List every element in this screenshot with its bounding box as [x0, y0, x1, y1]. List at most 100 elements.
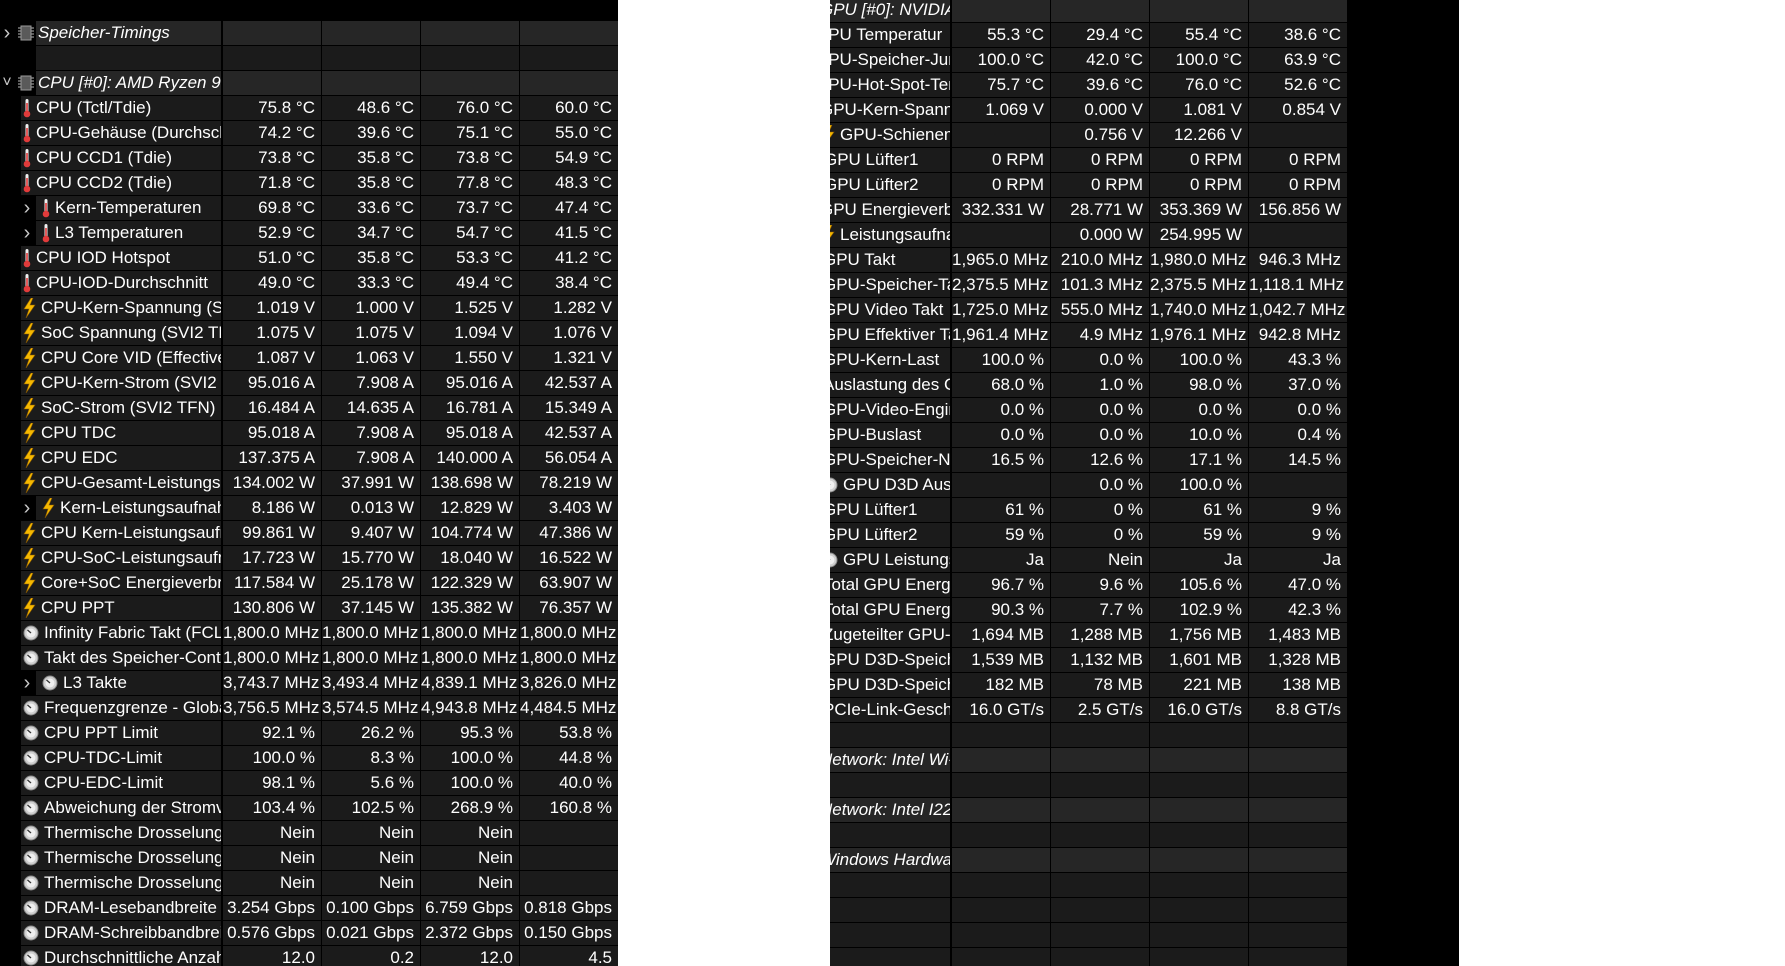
- sensor-label: GPU Lüfter2: [830, 525, 918, 544]
- current-value-cell: 0.0 %: [952, 423, 1050, 447]
- max-value-cell: [1150, 873, 1248, 897]
- min-value-cell: 0.2: [322, 946, 420, 966]
- sensor-name-cell: [830, 923, 950, 947]
- current-value-cell: 100.0 %: [952, 348, 1050, 372]
- min-value-cell: 48.6 °C: [322, 96, 420, 120]
- sensor-name-cell: GPU Temperatur: [830, 23, 950, 47]
- min-value-cell: 7.908 A: [322, 371, 420, 395]
- sensor-name-cell: GPU-Speicher-Takt: [830, 273, 950, 297]
- sensor-name-cell: [36, 46, 221, 70]
- sensor-label: GPU-Speicher-Junction-Te...: [830, 50, 950, 69]
- current-value-cell: 1,800.0 MHz: [223, 646, 321, 670]
- current-value-cell: 68.0 %: [952, 373, 1050, 397]
- current-value-cell: 0 RPM: [952, 148, 1050, 172]
- current-value-cell: 74.2 °C: [223, 121, 321, 145]
- min-value-cell: 35.8 °C: [322, 246, 420, 270]
- min-value-cell: 102.5 %: [322, 796, 420, 820]
- avg-value-cell: [1249, 473, 1347, 497]
- gauge-icon: [23, 800, 39, 816]
- sensor-label: L3 Takte: [63, 673, 127, 692]
- current-value-cell: 1.069 V: [952, 98, 1050, 122]
- max-value-cell: 76.0 °C: [1150, 73, 1248, 97]
- max-value-cell: 1,800.0 MHz: [421, 646, 519, 670]
- current-value-cell: 1,965.0 MHz: [952, 248, 1050, 272]
- avg-value-cell: 1,800.0 MHz: [520, 621, 618, 645]
- sensor-label: GPU-Video-Engine-Last: [830, 400, 950, 419]
- max-value-cell: 16.781 A: [421, 396, 519, 420]
- thermometer-icon: [23, 148, 31, 168]
- avg-value-cell: [520, 46, 618, 70]
- sensor-name-cell: GPU-Kern-Last: [830, 348, 950, 372]
- min-value-cell: 0.021 Gbps: [322, 921, 420, 945]
- max-value-cell: 100.0 °C: [1150, 48, 1248, 72]
- expand-chevron-icon[interactable]: ›: [20, 221, 34, 245]
- max-value-cell: 102.9 %: [1150, 598, 1248, 622]
- min-value-cell: 39.6 °C: [1051, 73, 1149, 97]
- sensor-label: GPU Lüfter1: [830, 150, 919, 169]
- current-value-cell: 69.8 °C: [223, 196, 321, 220]
- thermometer-icon: [23, 273, 31, 293]
- current-value-cell: 1.075 V: [223, 321, 321, 345]
- sensor-name-cell: GPU-Buslast: [830, 423, 950, 447]
- gauge-icon: [23, 650, 39, 666]
- sensor-label: CPU-Kern-Spannung (SVI2...: [41, 298, 221, 317]
- bolt-icon: [23, 397, 36, 418]
- sensor-label: GPU Takt: [830, 250, 896, 269]
- avg-value-cell: [1249, 123, 1347, 147]
- sensor-name-cell: [830, 873, 950, 897]
- sensor-label: GPU [#0]: NVIDIA GeForc...: [830, 0, 950, 19]
- sensor-label: CPU-SoC-Leistungsaufnah...: [41, 548, 221, 567]
- sensor-label: PCIe-Link-Geschwindigkeit: [830, 700, 950, 719]
- min-value-cell: 25.178 W: [322, 571, 420, 595]
- avg-value-cell: 9 %: [1249, 498, 1347, 522]
- avg-value-cell: 0 RPM: [1249, 148, 1347, 172]
- sensor-label: Windows Hardware Errors ...: [830, 850, 950, 869]
- max-value-cell: [421, 46, 519, 70]
- min-value-cell: 1.0 %: [1051, 373, 1149, 397]
- expand-chevron-icon[interactable]: ›: [0, 21, 14, 45]
- avg-value-cell: 52.6 °C: [1249, 73, 1347, 97]
- min-value-cell: 0.0 %: [1051, 348, 1149, 372]
- min-value-cell: 0.0 %: [1051, 423, 1149, 447]
- avg-value-cell: 55.0 °C: [520, 121, 618, 145]
- min-value-cell: [1051, 948, 1149, 966]
- sensor-label: L3 Temperaturen: [55, 223, 184, 242]
- max-value-cell: 12.829 W: [421, 496, 519, 520]
- avg-value-cell: 37.0 %: [1249, 373, 1347, 397]
- chip-icon: [18, 24, 34, 42]
- min-value-cell: 7.908 A: [322, 421, 420, 445]
- current-value-cell: 134.002 W: [223, 471, 321, 495]
- current-value-cell: Nein: [223, 846, 321, 870]
- current-value-cell: 1.019 V: [223, 296, 321, 320]
- max-value-cell: 61 %: [1150, 498, 1248, 522]
- sensor-name-cell: [830, 898, 950, 922]
- sensor-name-cell: CPU-IOD-Durchschnitt: [21, 271, 221, 295]
- collapse-chevron-icon[interactable]: ˅: [0, 71, 14, 95]
- avg-value-cell: 42.537 A: [520, 421, 618, 445]
- avg-value-cell: [1249, 823, 1347, 847]
- min-value-cell: 7.7 %: [1051, 598, 1149, 622]
- sensor-name-cell: Durchschnittliche Anzahl a...: [21, 946, 221, 966]
- current-value-cell: [952, 898, 1050, 922]
- sensor-label: GPU Energieverbrauch: [830, 200, 950, 219]
- avg-value-cell: 0 RPM: [1249, 173, 1347, 197]
- sensor-label: GPU D3D Auslastungen: [843, 475, 950, 494]
- sensor-name-cell: GPU Leistungsbegrenzer: [830, 548, 950, 572]
- current-value-cell: 137.375 A: [223, 446, 321, 470]
- sensor-name-cell: CPU IOD Hotspot: [21, 246, 221, 270]
- expand-chevron-icon[interactable]: ›: [20, 496, 34, 520]
- current-value-cell: 0 RPM: [952, 173, 1050, 197]
- current-value-cell: 3,743.7 MHz: [223, 671, 321, 695]
- gauge-icon: [23, 900, 39, 916]
- current-value-cell: 0.576 Gbps: [223, 921, 321, 945]
- min-value-cell: 12.6 %: [1051, 448, 1149, 472]
- sensor-name-cell: CPU-Kern-Strom (SVI2 TFN): [21, 371, 221, 395]
- min-value-cell: 35.8 °C: [322, 146, 420, 170]
- sensor-label: CPU IOD Hotspot: [36, 248, 171, 267]
- sensor-name-cell: CPU (Tctl/Tdie): [21, 96, 221, 120]
- current-value-cell: [952, 873, 1050, 897]
- sensor-name-cell: Network: Intel Wi-Fi 6 AX2...: [830, 748, 950, 772]
- min-value-cell: 0 RPM: [1051, 148, 1149, 172]
- expand-chevron-icon[interactable]: ›: [20, 196, 34, 220]
- expand-chevron-icon[interactable]: ›: [20, 671, 34, 695]
